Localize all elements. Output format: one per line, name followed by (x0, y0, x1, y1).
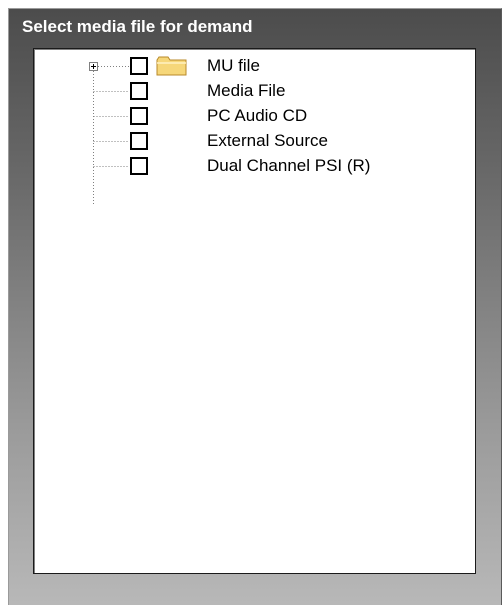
tree-item-dual-channel-psi[interactable]: Dual Channel PSI (R) (34, 155, 475, 179)
checkbox[interactable] (130, 107, 148, 125)
checkbox[interactable] (130, 157, 148, 175)
tree-item-label: External Source (207, 131, 328, 150)
checkbox[interactable] (130, 57, 148, 75)
tree-item-mu-file[interactable]: MU file (34, 55, 475, 79)
tree-item-media-file[interactable]: Media File (34, 80, 475, 104)
tree-item-label: Media File (207, 81, 286, 100)
tree-item-external-source[interactable]: External Source (34, 130, 475, 154)
tree-item-label: Dual Channel PSI (R) (207, 156, 371, 175)
expand-plus-icon[interactable] (89, 62, 98, 71)
media-tree[interactable]: MU file Media File PC Audio CD External … (33, 48, 476, 574)
checkbox[interactable] (130, 82, 148, 100)
tree-item-label: PC Audio CD (207, 106, 308, 125)
checkbox[interactable] (130, 132, 148, 150)
tree-item-label: MU file (207, 56, 260, 75)
folder-icon (156, 56, 187, 76)
panel-title: Select media file for demand (22, 17, 253, 36)
tree-item-pc-audio-cd[interactable]: PC Audio CD (34, 105, 475, 129)
